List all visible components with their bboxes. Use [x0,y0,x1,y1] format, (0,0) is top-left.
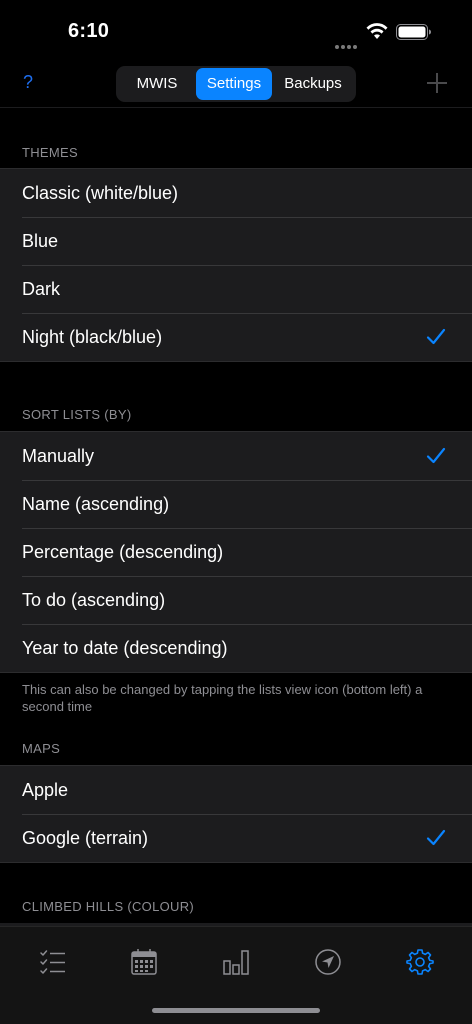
segment-backups[interactable]: Backups [272,68,354,100]
option-label: Name (ascending) [22,494,170,514]
maps-group: Apple Google (terrain) [0,765,472,863]
option-label: To do (ascending) [22,590,166,610]
status-bar: 6:10 [0,0,472,60]
location-arrow-icon[interactable] [313,947,343,977]
battery-icon [396,24,431,40]
theme-option-dark[interactable]: Dark [0,265,472,313]
option-label: Apple [22,780,69,800]
option-label: Blue [22,231,59,251]
option-label: Year to date (descending) [22,638,228,658]
segment-settings[interactable]: Settings [196,68,272,100]
themes-group: Classic (white/blue) Blue Dark Night (bl… [0,168,472,362]
theme-option-night[interactable]: Night (black/blue) [0,313,472,361]
status-time: 6:10 [68,20,110,42]
sort-option-to-do[interactable]: To do (ascending) [0,576,472,624]
bar-chart-icon[interactable] [221,947,251,977]
gear-icon[interactable] [405,947,435,977]
calendar-icon[interactable] [129,947,159,977]
checklist-icon[interactable] [38,947,68,977]
map-option-google[interactable]: Google (terrain) [0,814,472,862]
option-label: Dark [22,279,61,299]
segment-mwis[interactable]: MWIS [118,68,196,100]
wifi-icon [366,23,388,39]
cellular-signal-icon [335,36,359,49]
sort-option-manually[interactable]: Manually [0,432,472,480]
option-label: Classic (white/blue) [22,183,179,203]
sort-lists-group: Manually Name (ascending) Percentage (de… [0,431,472,673]
option-label: Night (black/blue) [22,327,163,347]
section-header-maps: MAPS [22,741,61,756]
checkmark-icon [426,829,446,846]
navigation-bar: ? MWIS Settings Backups [0,60,472,108]
checkmark-icon [426,447,446,464]
settings-list[interactable]: THEMES Classic (white/blue) Blue Dark Ni… [0,108,472,926]
home-indicator [152,1008,320,1013]
sort-option-percentage[interactable]: Percentage (descending) [0,528,472,576]
segmented-control: MWIS Settings Backups [116,66,356,102]
add-button[interactable] [424,70,450,96]
map-option-apple[interactable]: Apple [0,766,472,814]
option-label: Manually [22,446,95,466]
section-header-themes: THEMES [22,145,78,160]
option-label: Percentage (descending) [22,542,224,562]
section-header-sort-lists: SORT LISTS (BY) [22,407,132,422]
checkmark-icon [426,328,446,345]
theme-option-classic[interactable]: Classic (white/blue) [0,169,472,217]
help-button[interactable]: ? [20,72,36,93]
section-header-climbed-hills: CLIMBED HILLS (COLOUR) [22,899,195,914]
sort-lists-footer-note: This can also be changed by tapping the … [22,682,423,714]
sort-option-year-to-date[interactable]: Year to date (descending) [0,624,472,672]
option-label: Google (terrain) [22,828,149,848]
sort-option-name[interactable]: Name (ascending) [0,480,472,528]
theme-option-blue[interactable]: Blue [0,217,472,265]
